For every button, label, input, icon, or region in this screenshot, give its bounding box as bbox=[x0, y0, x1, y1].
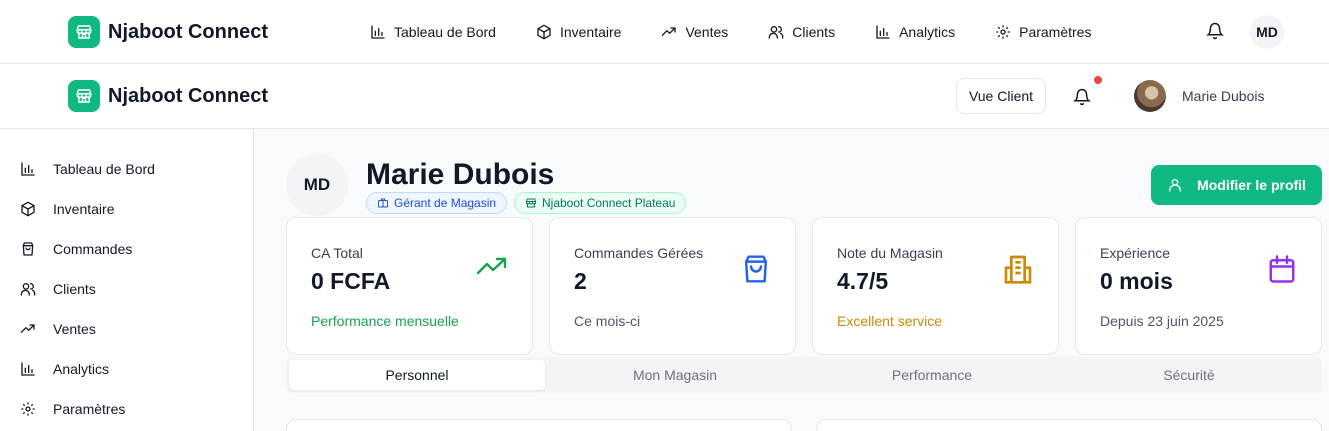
app-header: Njaboot Connect Vue Client Marie Dubois bbox=[0, 64, 1329, 129]
nav-link-tableau-de-bord[interactable]: Tableau de Bord bbox=[370, 24, 496, 40]
content-panel-left bbox=[286, 419, 792, 431]
sidebar-item-label: Analytics bbox=[53, 361, 110, 377]
sidebar-item-inventaire[interactable]: Inventaire bbox=[20, 201, 114, 217]
shopping-bag-icon bbox=[20, 241, 36, 257]
vue-client-button[interactable]: Vue Client bbox=[956, 78, 1046, 114]
tab-securite[interactable]: Sécurité bbox=[1061, 360, 1317, 390]
role-badge: Gérant de Magasin bbox=[366, 192, 508, 214]
nav-link-clients[interactable]: Clients bbox=[768, 24, 835, 40]
stat-card-commandes: Commandes Gérées 2 Ce mois-ci bbox=[549, 217, 796, 355]
brand-name: Njaboot Connect bbox=[108, 84, 268, 107]
stat-value: 0 mois bbox=[1100, 268, 1173, 294]
calendar-icon bbox=[1267, 253, 1297, 285]
stat-subtext: Depuis 23 juin 2025 bbox=[1100, 313, 1224, 329]
stat-card-note: Note du Magasin 4.7/5 Excellent service bbox=[812, 217, 1059, 355]
stat-subtext: Performance mensuelle bbox=[311, 313, 459, 329]
gear-icon bbox=[995, 24, 1011, 40]
nav-link-label: Paramètres bbox=[1019, 24, 1092, 40]
top-nav-links: Tableau de Bord Inventaire Ventes Client… bbox=[370, 20, 1131, 44]
sidebar-item-analytics[interactable]: Analytics bbox=[20, 361, 109, 377]
notification-dot bbox=[1094, 76, 1102, 84]
top-navbar: Njaboot Connect Tableau de Bord Inventai… bbox=[0, 0, 1329, 64]
nav-link-ventes[interactable]: Ventes bbox=[661, 24, 728, 40]
stat-value: 0 FCFA bbox=[311, 268, 391, 294]
stat-label: Commandes Gérées bbox=[574, 245, 704, 261]
bar-chart-icon bbox=[370, 24, 386, 40]
nav-link-parametres[interactable]: Paramètres bbox=[995, 24, 1091, 40]
tab-performance[interactable]: Performance bbox=[804, 360, 1060, 390]
bar-chart-icon bbox=[20, 161, 36, 177]
role-badge-label: Gérant de Magasin bbox=[394, 196, 497, 210]
sidebar-item-label: Commandes bbox=[53, 241, 133, 257]
box-icon bbox=[536, 24, 552, 40]
box-icon bbox=[20, 201, 36, 217]
brand-logo[interactable]: Njaboot Connect bbox=[68, 16, 268, 48]
gear-icon bbox=[20, 401, 36, 417]
stat-label: Note du Magasin bbox=[837, 245, 943, 261]
shopping-bag-icon bbox=[741, 253, 771, 285]
users-icon bbox=[768, 24, 784, 40]
sidebar-item-label: Clients bbox=[53, 281, 96, 297]
nav-link-label: Clients bbox=[792, 24, 836, 40]
nav-link-label: Inventaire bbox=[559, 24, 622, 40]
sidebar-item-label: Ventes bbox=[53, 321, 96, 337]
store-icon bbox=[68, 80, 100, 112]
edit-profile-label: Modifier le profil bbox=[1197, 177, 1306, 193]
building-icon bbox=[1002, 253, 1034, 285]
stat-subtext: Ce mois-ci bbox=[574, 313, 641, 329]
stat-card-experience: Expérience 0 mois Depuis 23 juin 2025 bbox=[1075, 217, 1322, 355]
user-icon bbox=[1167, 177, 1183, 193]
tab-personnel[interactable]: Personnel bbox=[289, 360, 545, 390]
stat-card-ca-total: CA Total 0 FCFA Performance mensuelle bbox=[286, 217, 533, 355]
trending-up-icon bbox=[20, 321, 36, 337]
nav-link-label: Tableau de Bord bbox=[394, 24, 496, 40]
stat-value: 2 bbox=[574, 268, 587, 294]
nav-link-label: Analytics bbox=[899, 24, 956, 40]
sidebar-item-commandes[interactable]: Commandes bbox=[20, 241, 132, 257]
profile-avatar: MD bbox=[286, 154, 348, 216]
brand-logo[interactable]: Njaboot Connect bbox=[68, 80, 268, 112]
sidebar-item-label: Tableau de Bord bbox=[53, 161, 155, 177]
user-name[interactable]: Marie Dubois bbox=[1182, 88, 1264, 104]
users-icon bbox=[20, 281, 36, 297]
nav-link-analytics[interactable]: Analytics bbox=[875, 24, 955, 40]
stat-label: Expérience bbox=[1100, 245, 1171, 261]
stat-value: 4.7/5 bbox=[837, 268, 889, 294]
store-icon bbox=[525, 197, 537, 209]
briefcase-icon bbox=[377, 197, 389, 209]
sidebar-item-parametres[interactable]: Paramètres bbox=[20, 401, 125, 417]
sidebar-item-ventes[interactable]: Ventes bbox=[20, 321, 96, 337]
user-avatar-photo[interactable] bbox=[1134, 80, 1166, 112]
sidebar-item-label: Inventaire bbox=[53, 201, 115, 217]
bar-chart-icon bbox=[875, 24, 891, 40]
bar-chart-icon bbox=[20, 361, 36, 377]
stat-label: CA Total bbox=[311, 245, 363, 261]
trending-up-icon bbox=[476, 255, 508, 279]
nav-link-inventaire[interactable]: Inventaire bbox=[536, 24, 621, 40]
content-panel-right bbox=[816, 419, 1322, 431]
sidebar: Tableau de Bord Inventaire Commandes Cli… bbox=[0, 129, 254, 431]
trending-up-icon bbox=[661, 24, 677, 40]
main-content: MD Marie Dubois Gérant de Magasin Njaboo… bbox=[254, 129, 1329, 431]
profile-name: Marie Dubois bbox=[366, 158, 555, 191]
brand-name: Njaboot Connect bbox=[108, 20, 268, 43]
bell-icon[interactable] bbox=[1206, 22, 1224, 40]
edit-profile-button[interactable]: Modifier le profil bbox=[1151, 165, 1322, 205]
nav-link-label: Ventes bbox=[685, 24, 729, 40]
tab-mon-magasin[interactable]: Mon Magasin bbox=[547, 360, 803, 390]
stat-subtext: Excellent service bbox=[837, 313, 943, 329]
sidebar-item-tableau-de-bord[interactable]: Tableau de Bord bbox=[20, 161, 155, 177]
store-badge: Njaboot Connect Plateau bbox=[514, 192, 687, 214]
sidebar-item-label: Paramètres bbox=[53, 401, 126, 417]
profile-tabs: Personnel Mon Magasin Performance Sécuri… bbox=[286, 357, 1322, 393]
bell-icon[interactable] bbox=[1073, 88, 1091, 106]
store-badge-label: Njaboot Connect Plateau bbox=[542, 196, 676, 210]
avatar[interactable]: MD bbox=[1250, 15, 1284, 49]
sidebar-item-clients[interactable]: Clients bbox=[20, 281, 96, 297]
store-icon bbox=[68, 16, 100, 48]
